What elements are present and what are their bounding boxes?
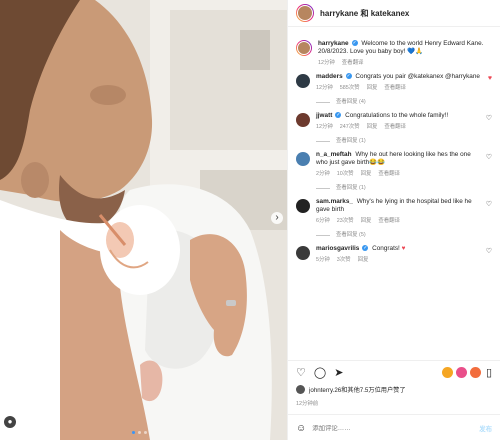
comment-like-heart-icon[interactable]: ♡ [486, 200, 492, 239]
likes-summary[interactable]: johnterry.26和其他7.5万位用户赞了 [296, 385, 492, 394]
comment-time: 5分钟 [316, 257, 330, 263]
photo-illustration [0, 0, 287, 440]
commenter-avatar[interactable] [296, 113, 310, 127]
comment-time: 2分钟 [316, 171, 330, 177]
comment-reply[interactable]: 回复 [367, 84, 378, 92]
next-photo-icon[interactable]: › [271, 212, 283, 224]
comment-reply[interactable]: 回复 [361, 170, 372, 178]
comment-likes[interactable]: 247次赞 [340, 123, 360, 131]
caption-translate[interactable]: 查看翻译 [342, 59, 364, 67]
comment-likes[interactable]: 585次赞 [340, 84, 360, 92]
emoji-icon[interactable]: ☺ [296, 423, 306, 434]
caption: harrykane ✓ Welcome to the world Henry Ed… [296, 40, 492, 67]
likes-text[interactable]: johnterry.26和其他7.5万位用户赞了 [309, 385, 406, 394]
comment-reply[interactable]: 回复 [361, 217, 372, 225]
view-replies[interactable]: 查看回复 (1) [316, 137, 483, 145]
comment-user[interactable]: jjwatt [316, 112, 332, 119]
comment-item: jjwatt ✓ Congratulations to the whole fam… [296, 112, 492, 145]
caption-avatar-ring[interactable] [296, 40, 312, 56]
commenter-avatar[interactable] [296, 199, 310, 213]
bookmark-icon[interactable]: ▯ [486, 366, 492, 379]
carousel-dots [132, 431, 147, 434]
red-heart-emoji-icon: ♥ [401, 245, 406, 252]
author-avatar-ring[interactable] [296, 4, 314, 22]
comment-time: 12分钟 [316, 124, 333, 130]
comment-like-heart-icon[interactable]: ♡ [486, 247, 492, 264]
comment-input[interactable] [312, 424, 480, 432]
comment-likes[interactable]: 3次赞 [337, 256, 351, 264]
comment-translate[interactable]: 查看翻译 [378, 217, 400, 225]
caption-user[interactable]: harrykane [318, 40, 349, 47]
comment-like-heart-icon[interactable]: ♡ [486, 114, 492, 145]
comment-user[interactable]: n_a_meftah [316, 151, 352, 158]
carousel-dot [132, 431, 135, 434]
comment-reply[interactable]: 回复 [358, 256, 369, 264]
post-comment-button[interactable]: 发布 [479, 424, 492, 433]
instagram-post: › ● harrykane 和 katekanex harrykane ✓ We… [0, 0, 500, 440]
comment-time: 12分钟 [316, 85, 333, 91]
commenter-avatar[interactable] [296, 152, 310, 166]
comment-like-heart-icon[interactable]: ♡ [486, 153, 492, 192]
carousel-dot [138, 431, 141, 434]
caption-avatar[interactable] [297, 41, 311, 55]
heart-outline-icon[interactable]: ♡ [296, 366, 306, 379]
caption-time: 12分钟 [318, 60, 335, 66]
comment-text: Congratulations to the whole family!! [345, 112, 449, 119]
comment-item: mariosgavrilis ✓ Congrats! ♥ 5分钟 3次赞 回复 ♡ [296, 245, 492, 264]
comment-translate[interactable]: 查看翻译 [384, 84, 406, 92]
post-date: 12分钟前 [296, 401, 319, 407]
commenter-avatar[interactable] [296, 74, 310, 88]
commenter-avatar[interactable] [296, 246, 310, 260]
comment-time: 6分钟 [316, 218, 330, 224]
comment-likes[interactable]: 23次赞 [337, 217, 354, 225]
reaction-stickers[interactable] [441, 366, 481, 378]
comment-user[interactable]: sam.marks_ [316, 198, 353, 205]
comments-list[interactable]: harrykane ✓ Welcome to the world Henry Ed… [288, 30, 500, 350]
post-photo[interactable]: › ● [0, 0, 287, 440]
comment-likes[interactable]: 10次赞 [337, 170, 354, 178]
verified-badge-icon: ✓ [351, 40, 358, 47]
comment-translate[interactable]: 查看翻译 [384, 123, 406, 131]
comment-like-heart-icon[interactable]: ♥ [488, 75, 492, 106]
add-comment-bar: ☺ 发布 [288, 414, 500, 441]
verified-badge-icon: ✓ [345, 73, 352, 80]
sticker-icon[interactable] [455, 366, 467, 378]
liker-avatar[interactable] [296, 385, 305, 394]
verified-badge-icon: ✓ [335, 112, 342, 119]
comment-item: n_a_meftah Why he out here looking like … [296, 151, 492, 192]
author-avatar[interactable] [297, 5, 313, 21]
sticker-icon[interactable] [469, 366, 481, 378]
post-header: harrykane 和 katekanex [288, 0, 500, 27]
comment-user[interactable]: madders [316, 73, 343, 80]
paper-plane-icon[interactable]: ➤ [334, 366, 343, 379]
comment-item: sam.marks_ Why's he lying in the hospita… [296, 198, 492, 239]
comment-translate[interactable]: 查看翻译 [378, 170, 400, 178]
author-names[interactable]: harrykane 和 katekanex [320, 8, 409, 19]
action-bar: ♡ ◯ ➤ ▯ [288, 360, 500, 383]
view-replies[interactable]: 查看回复 (1) [316, 184, 483, 192]
tagged-user-icon[interactable]: ● [4, 416, 16, 428]
verified-badge-icon: ✓ [362, 245, 369, 252]
comment-text: Congrats! [372, 245, 400, 252]
comment-reply[interactable]: 回复 [367, 123, 378, 131]
view-replies[interactable]: 查看回复 (5) [316, 231, 483, 239]
speech-bubble-icon[interactable]: ◯ [314, 366, 326, 379]
comment-text: Congrats you pair @katekanex @harrykane [355, 73, 480, 80]
carousel-dot [144, 431, 147, 434]
sticker-icon[interactable] [441, 366, 453, 378]
view-replies[interactable]: 查看回复 (4) [316, 98, 485, 106]
comment-user[interactable]: mariosgavrilis [316, 245, 359, 252]
post-side-panel: harrykane 和 katekanex harrykane ✓ Welcome… [287, 0, 500, 440]
comment-item: madders ✓ Congrats you pair @katekanex @h… [296, 73, 492, 106]
